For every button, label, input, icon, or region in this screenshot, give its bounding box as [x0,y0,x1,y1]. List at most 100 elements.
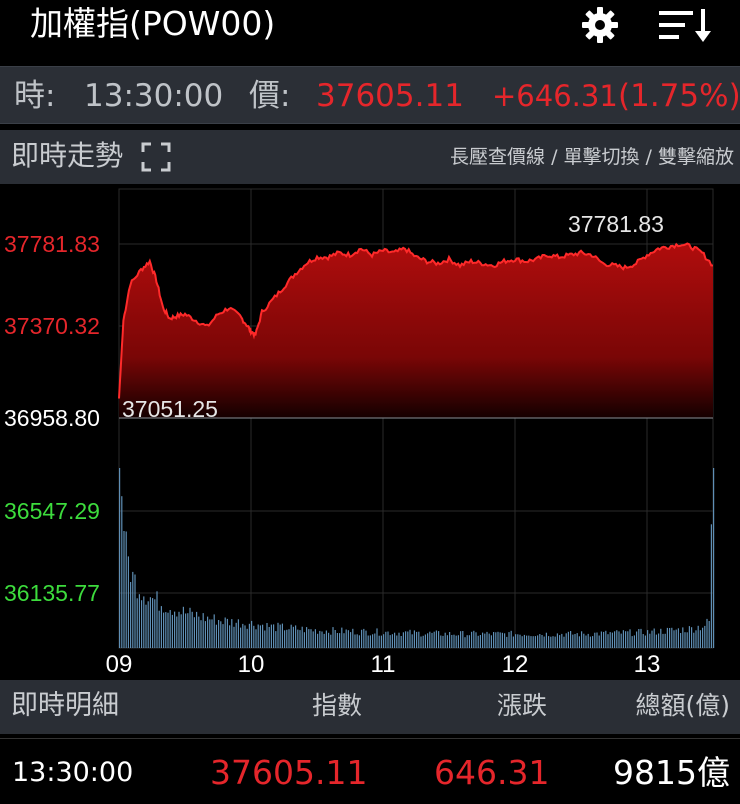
volume-bar [215,624,217,648]
volume-bar [352,628,354,648]
volume-bar [565,633,567,648]
table-row[interactable]: 13:30:00 37605.11 646.31 9815億 [0,738,740,804]
volume-bar [330,634,332,648]
volume-bar [202,613,204,648]
volume-bar [587,633,589,648]
volume-bar [420,636,422,648]
volume-bar [594,632,596,648]
volume-bar [693,632,695,648]
volume-bar [530,636,532,648]
volume-bar [460,631,462,648]
intraday-chart[interactable]: 37781.83 37370.32 36958.80 36547.29 36135.77… [0,186,740,676]
row-index: 37605.11 [210,753,368,792]
fullscreen-icon[interactable] [141,142,171,172]
volume-bar [312,631,314,648]
gear-icon[interactable] [578,3,622,47]
volume-bar [680,633,682,648]
volume-bar [319,630,321,648]
volume-bar [343,633,345,648]
volume-bar [537,635,539,648]
time-label: 時: [14,78,56,114]
volume-bar [640,628,642,648]
volume-bar [235,622,237,648]
volume-bar [405,631,407,648]
volume-bar [605,630,607,648]
x-tick-label: 10 [238,651,265,676]
volume-bar [387,631,389,648]
volume-bar [292,626,294,648]
price-value: 37605.11 [316,78,464,114]
volume-bar [521,636,523,648]
volume-bar [561,633,563,648]
change-value: +646.31 [492,79,618,113]
volume-bar [548,636,550,648]
volume-bar [563,636,565,648]
volume-bar [180,614,182,648]
volume-bar [207,616,209,648]
volume-bar [649,633,651,648]
volume-bar [262,624,264,648]
volume-bar [559,635,561,648]
volume-bar [171,614,173,648]
volume-bar [607,634,609,648]
y-tick-label: 36958.80 [4,405,100,431]
volume-bar [132,571,134,648]
volume-bar [376,628,378,648]
volume-bar [600,631,602,648]
volume-bar [499,632,501,648]
volume-bar [165,612,167,648]
volume-bar [440,635,442,648]
volume-bar [576,633,578,648]
volume-bar [501,632,503,648]
volume-bar [372,634,374,648]
volume-bar [411,634,413,648]
volume-bar [339,633,341,648]
volume-bar [281,623,283,648]
volume-bar [413,630,415,648]
volume-bar [490,635,492,648]
volume-bar [495,632,497,648]
volume-bar [497,631,499,648]
volume-bar [277,622,279,648]
volume-bar [297,629,299,648]
app-header: 加權指(POW00) [0,0,740,54]
y-tick-label: 36547.29 [4,498,100,524]
volume-bar [185,613,187,648]
volume-bar [528,635,530,648]
volume-bar [686,632,688,648]
high-label: 37781.83 [568,211,664,237]
volume-bar [708,621,710,648]
volume-bar [229,625,231,648]
volume-bar [279,624,281,648]
volume-bar [158,610,160,648]
volume-bar [321,631,323,648]
volume-bar [187,613,189,648]
volume-bar [264,630,266,648]
volume-bar [567,631,569,648]
volume-bar [336,633,338,648]
volume-bar [682,627,684,648]
volume-bar [457,635,459,648]
volume-bar [475,632,477,648]
volume-bar [706,618,708,648]
volume-bar [233,626,235,648]
sort-menu-icon[interactable] [657,5,713,45]
volume-bar [462,631,464,648]
volume-bar [218,620,220,648]
volume-bar [539,634,541,648]
volume-bar [482,632,484,648]
volume-bar [585,635,587,648]
volume-bar [189,607,191,648]
volume-bar [391,634,393,648]
volume-bar [515,634,517,648]
volume-bar [446,635,448,648]
volume-bar [347,630,349,648]
volume-bar [396,635,398,648]
volume-bar [473,630,475,648]
volume-bar [468,635,470,648]
volume-bar [369,635,371,648]
volume-bar [196,611,198,648]
volume-bar [380,635,382,648]
volume-bar [226,618,228,648]
volume-bar [449,632,451,648]
